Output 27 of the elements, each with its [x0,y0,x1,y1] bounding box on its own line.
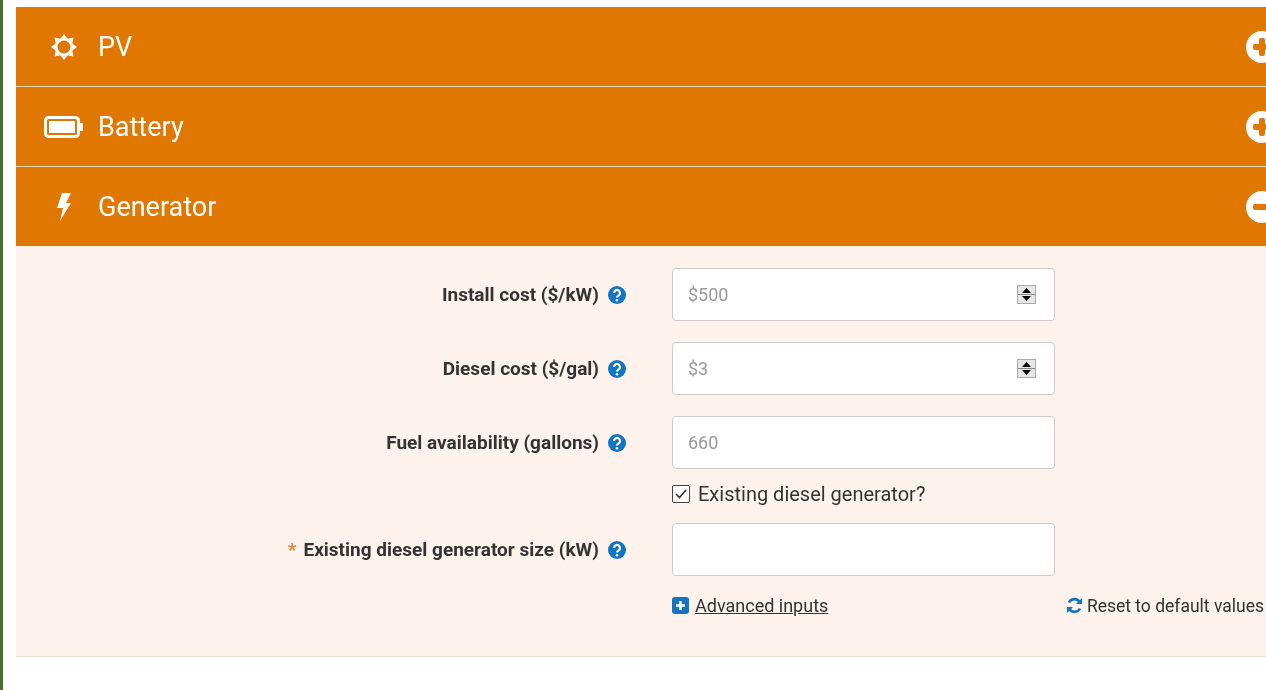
spinner-icon[interactable] [1017,285,1036,304]
help-icon[interactable] [608,359,626,378]
required-mark: * [287,538,297,561]
lightning-icon [56,192,72,221]
section-title: Generator [98,190,218,223]
help-icon[interactable] [608,433,626,452]
field-label: Install cost ($/kW) [441,283,599,306]
sun-icon [50,32,78,61]
plus-square-icon [672,597,689,614]
help-icon[interactable] [608,285,626,304]
checkbox-label[interactable]: Existing diesel generator? [672,482,1055,506]
field-label: Existing diesel generator size (kW) [303,538,599,561]
field-label: Fuel availability (gallons) [386,431,599,454]
advanced-inputs-link[interactable]: Advanced inputs [672,595,829,616]
checkbox[interactable] [672,485,690,503]
reset-link[interactable]: Reset to default values [1065,595,1264,616]
battery-icon [44,114,84,139]
input-field[interactable]: $3 [672,342,1055,395]
help-icon[interactable] [608,540,626,559]
input-field[interactable] [672,523,1055,576]
input-field[interactable]: $500 [672,268,1055,321]
input-field[interactable]: 660 [672,416,1055,469]
field-label: Diesel cost ($/gal) [442,357,599,380]
section-title: Battery [98,110,185,143]
section-title: PV [98,30,134,63]
refresh-icon [1065,597,1083,614]
spinner-icon[interactable] [1017,359,1036,378]
